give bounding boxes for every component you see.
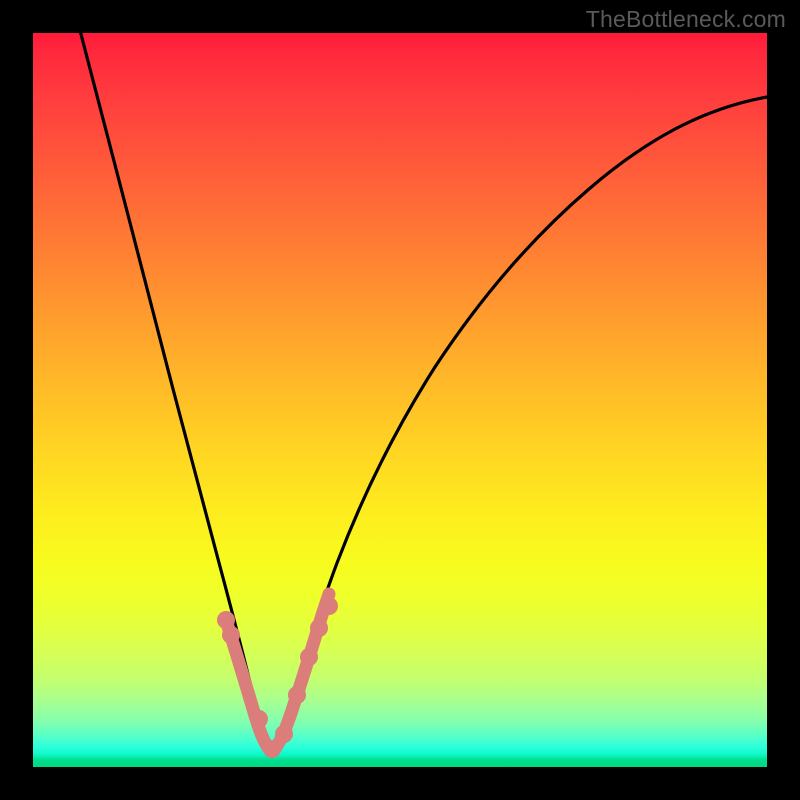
bottleneck-curve [81, 33, 767, 752]
watermark-text: TheBottleneck.com [586, 6, 786, 33]
chart-svg [33, 33, 767, 767]
chart-frame: TheBottleneck.com [0, 0, 800, 800]
